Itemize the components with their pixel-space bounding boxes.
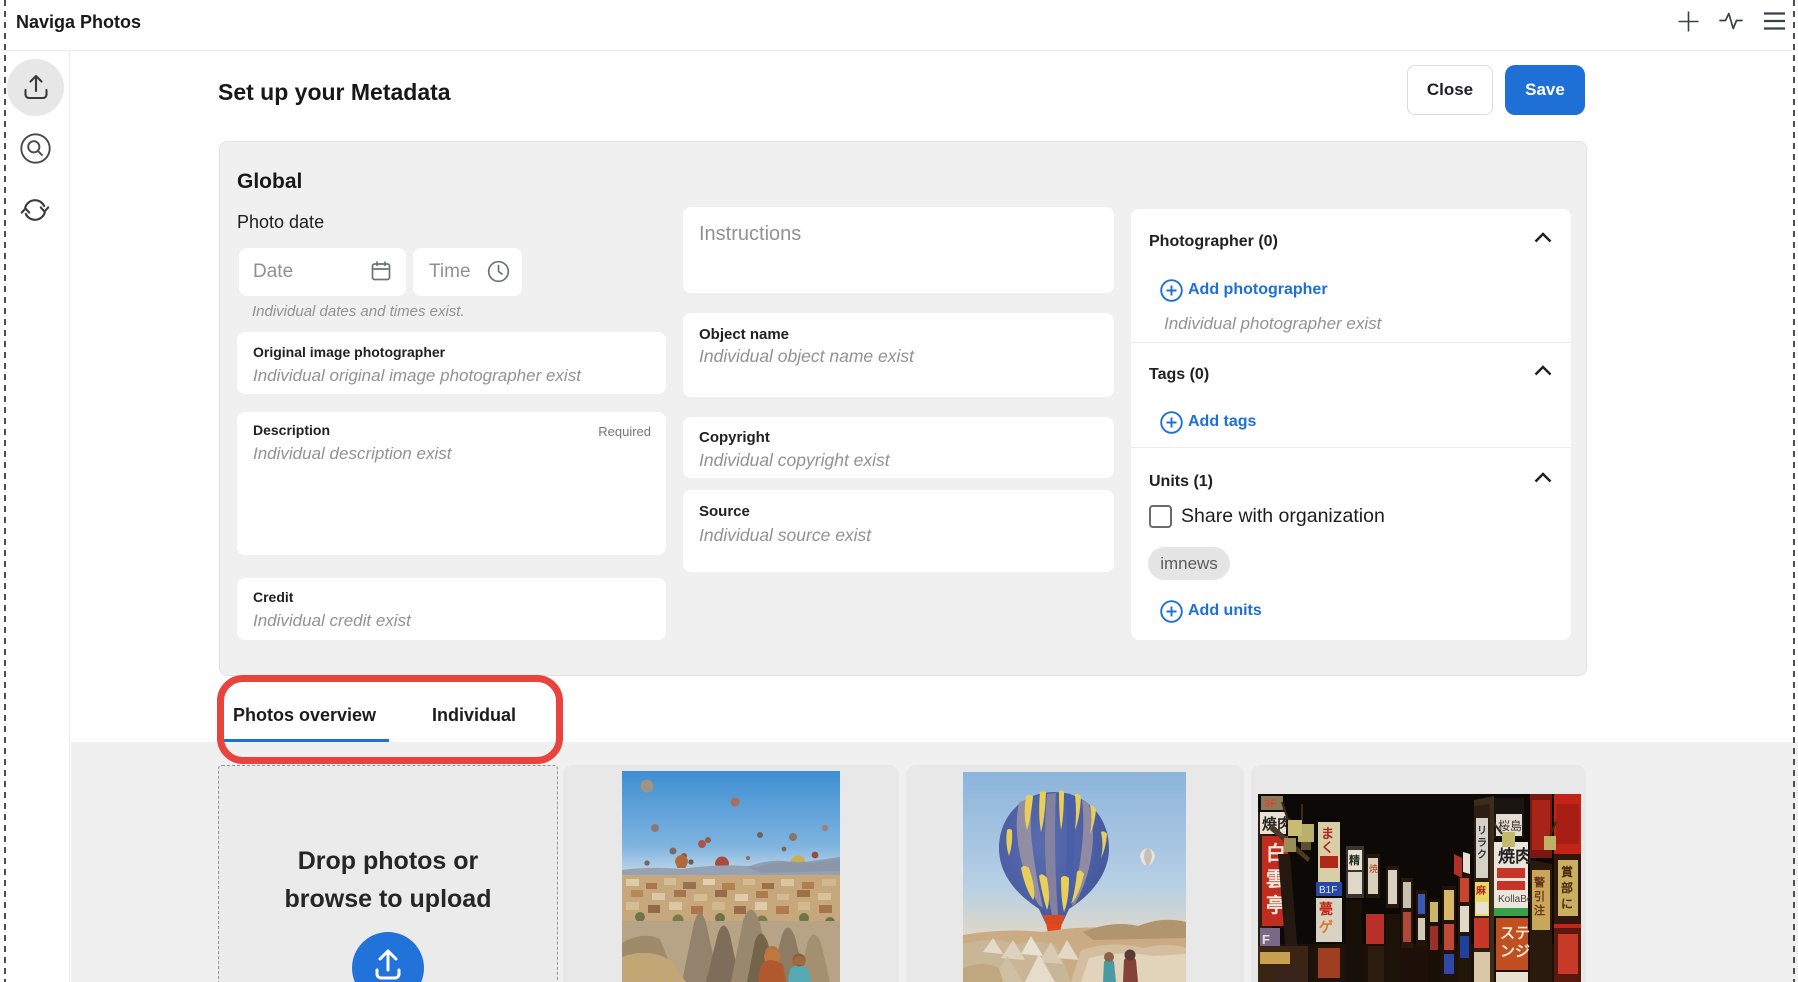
svg-text:3F: 3F: [1264, 798, 1277, 810]
svg-text:部: 部: [1561, 880, 1573, 895]
svg-text:ク: ク: [1477, 849, 1487, 861]
svg-text:ま: ま: [1321, 826, 1334, 841]
svg-text:焼: 焼: [1369, 864, 1378, 874]
svg-text:精: 精: [1349, 853, 1360, 867]
svg-text:ンジ: ンジ: [1500, 943, 1530, 960]
svg-text:に: に: [1561, 897, 1573, 911]
svg-text:甍: 甍: [1319, 901, 1333, 917]
svg-text:F: F: [1262, 932, 1270, 947]
svg-text:B1F: B1F: [1319, 885, 1337, 896]
svg-text:ゲ: ゲ: [1319, 919, 1333, 935]
svg-text:注: 注: [1534, 903, 1545, 917]
svg-text:焼肉: 焼肉: [1498, 846, 1532, 866]
svg-text:KollaBo: KollaBo: [1498, 894, 1533, 905]
svg-text:引: 引: [1534, 889, 1545, 903]
svg-text:賞: 賞: [1561, 864, 1573, 879]
svg-text:麻: 麻: [1475, 884, 1487, 897]
svg-text:桜島: 桜島: [1498, 818, 1522, 833]
svg-text:く: く: [1321, 840, 1334, 855]
svg-text:警: 警: [1533, 875, 1545, 889]
svg-text:リ: リ: [1477, 825, 1487, 837]
svg-text:ステ: ステ: [1500, 925, 1530, 942]
svg-text:ラ: ラ: [1477, 837, 1487, 849]
